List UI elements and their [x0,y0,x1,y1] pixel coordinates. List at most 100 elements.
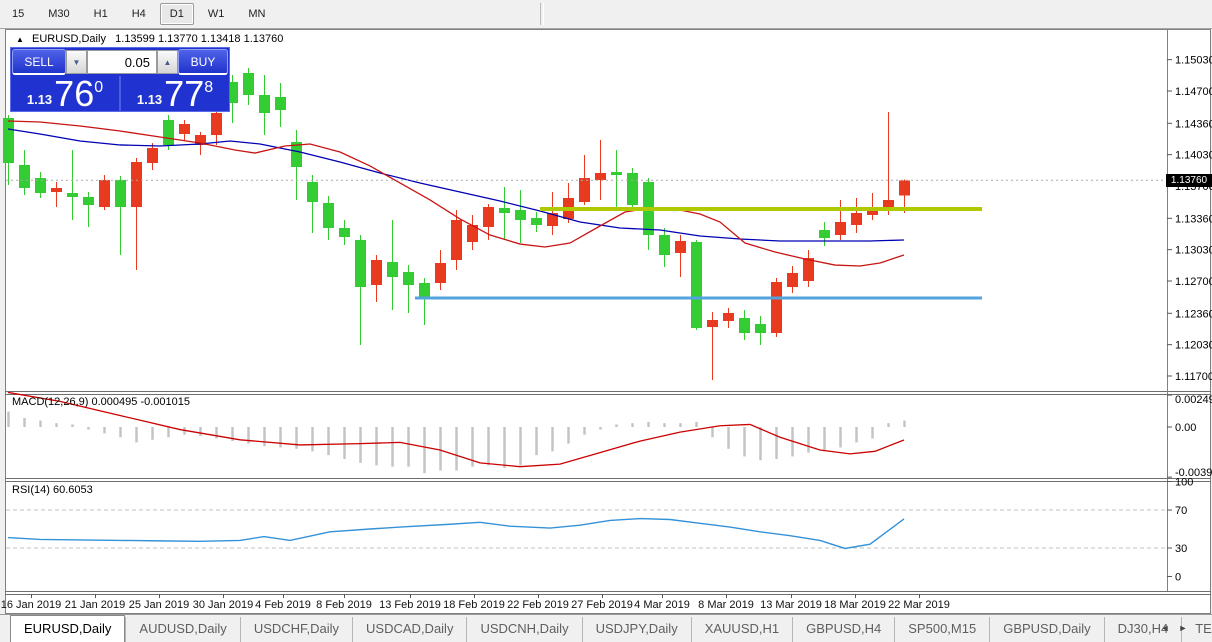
candle [355,240,366,287]
candle [675,241,686,253]
price-tick-label: 1.12700 [1175,276,1212,288]
sell-price-button[interactable]: 1.13 76 0 [11,76,119,112]
date-tick-label: 4 Feb 2019 [255,599,311,611]
rsi-value: 60.6053 [53,484,93,496]
volume-input[interactable]: 0.05 [87,50,157,74]
macd-indicator-label: MACD(12,26,9) 0.000495 -0.001015 [12,396,190,408]
mt4-window: 1.150301.147001.143601.140301.137001.133… [0,0,1212,642]
candle [419,283,430,297]
candle [99,180,110,207]
chart-tab-usdcnh-daily[interactable]: USDCNH,Daily [466,617,581,642]
date-tick-label: 18 Mar 2019 [824,599,886,611]
timeframe-button-15[interactable]: 15 [2,3,34,25]
candle [771,282,782,333]
buy-price-button[interactable]: 1.13 77 8 [119,76,229,112]
candle [851,213,862,225]
timeframe-button-h1[interactable]: H1 [84,3,118,25]
candle [499,208,510,213]
candle [739,318,750,333]
chart-tab-eurusd-daily[interactable]: EURUSD,Daily [10,615,125,642]
candle [275,97,286,110]
candle [83,197,94,205]
volume-decrease-button[interactable]: ▼ [66,50,87,74]
candle [243,73,254,95]
timeframe-button-mn[interactable]: MN [238,3,275,25]
candle [611,172,622,175]
symbol-label: EURUSD,Daily [32,33,106,45]
candle [179,124,190,134]
price-tick-label: 1.14360 [1175,118,1212,130]
chart-title: ▲ EURUSD,Daily 1.13599 1.13770 1.13418 1… [16,33,283,45]
chart-tab-audusd-daily[interactable]: AUDUSD,Daily [125,617,239,642]
chart-tab-usdjpy-daily[interactable]: USDJPY,Daily [582,617,691,642]
candle [51,188,62,192]
candle [515,210,526,220]
candle [819,230,830,238]
rsi-tick-label: 70 [1175,505,1187,517]
candle [371,260,382,285]
date-tick-label: 22 Feb 2019 [507,599,569,611]
chart-tab-gbpusd-h4[interactable]: GBPUSD,H4 [792,617,894,642]
timeframe-button-m30[interactable]: M30 [38,3,79,25]
candle [595,173,606,180]
candle [115,180,126,207]
sell-price-sup: 0 [94,80,103,96]
price-tick-label: 1.13030 [1175,245,1212,257]
buy-button[interactable]: BUY [178,49,228,75]
chart-tab-usdchf-daily[interactable]: USDCHF,Daily [240,617,352,642]
macd-signal-value: -0.001015 [140,396,190,408]
rsi-tick-label: 100 [1175,477,1193,489]
candle [259,95,270,113]
date-tick-label: 27 Feb 2019 [571,599,633,611]
candle [531,218,542,225]
candle [451,220,462,260]
candle [691,242,702,328]
date-tick-label: 22 Mar 2019 [888,599,950,611]
candle [387,262,398,277]
date-tick-label: 4 Mar 2019 [634,599,690,611]
current-price-badge: 1.13760 [1166,174,1212,187]
buy-price-sup: 8 [204,80,213,96]
date-tick-label: 8 Mar 2019 [698,599,754,611]
candle [67,193,78,197]
chart-tab-gbpusd-daily[interactable]: GBPUSD,Daily [989,617,1103,642]
tab-scroll-right-icon[interactable]: ► [1176,623,1190,633]
tab-scroll-left-icon[interactable]: ◄ [1158,623,1172,633]
candle [323,203,334,228]
timeframe-button-d1[interactable]: D1 [160,3,194,25]
chart-tab-xauusd-h1[interactable]: XAUUSD,H1 [691,617,792,642]
candle [883,200,894,208]
candle [403,272,414,285]
timeframe-button-h4[interactable]: H4 [122,3,156,25]
candle [483,207,494,227]
date-tick-label: 18 Feb 2019 [443,599,505,611]
macd-tick-label: 0.002495 [1175,394,1212,406]
rsi-indicator-label: RSI(14) 60.6053 [12,484,93,496]
date-tick-label: 13 Feb 2019 [379,599,441,611]
candle [579,178,590,202]
candle [723,313,734,321]
price-tick-label: 1.12360 [1175,308,1212,320]
candle [131,162,142,207]
candle [755,324,766,333]
chart-tab-usdcad-daily[interactable]: USDCAD,Daily [352,617,466,642]
sell-price-prefix: 1.13 [27,90,52,110]
date-tick-label: 8 Feb 2019 [316,599,372,611]
sell-button[interactable]: SELL [12,49,66,75]
date-tick-label: 25 Jan 2019 [129,599,190,611]
price-tick-label: 1.14700 [1175,86,1212,98]
candle [307,182,318,202]
buy-price-prefix: 1.13 [137,90,162,110]
price-tick-label: 1.15030 [1175,55,1212,67]
volume-increase-button[interactable]: ▲ [157,50,178,74]
sell-price-big: 76 [54,78,94,110]
candle [803,258,814,281]
timeframe-button-w1[interactable]: W1 [198,3,235,25]
timeframe-toolbar: 15M30H1H4D1W1MN [0,0,1212,29]
candle [899,180,910,195]
candle [835,222,846,235]
chart-tab-sp500-m15[interactable]: SP500,M15 [894,617,989,642]
date-tick-label: 13 Mar 2019 [760,599,822,611]
candle [163,120,174,145]
date-tick-label: 16 Jan 2019 [1,599,62,611]
